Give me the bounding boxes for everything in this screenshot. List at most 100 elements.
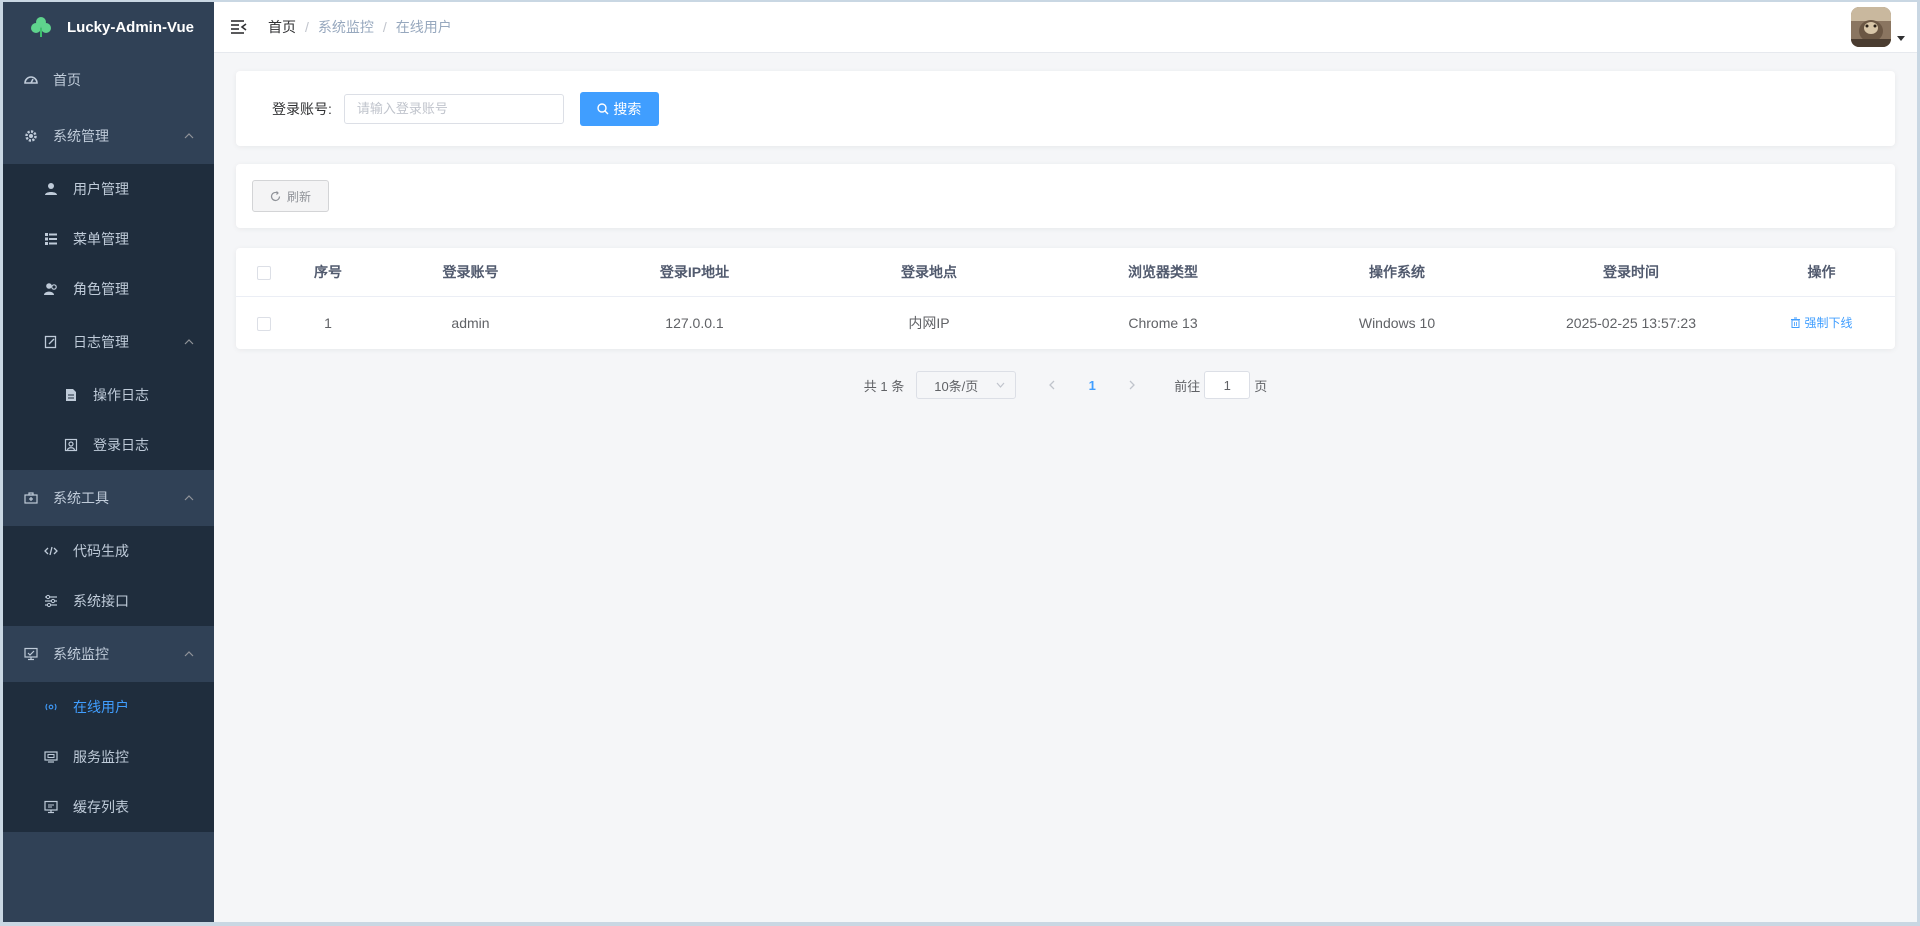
page-jumper: 前往 页 — [1174, 371, 1267, 399]
sidebar-item-system-management[interactable]: 系统管理 — [3, 108, 214, 164]
online-icon — [43, 699, 59, 715]
sidebar-item-login-log[interactable]: 登录日志 — [3, 420, 214, 470]
sidebar-item-label: 系统工具 — [53, 490, 109, 506]
sidebar-item-system-monitor[interactable]: 系统监控 — [3, 626, 214, 682]
sidebar-item-label: 服务监控 — [73, 749, 129, 765]
goto-prefix: 前往 — [1174, 378, 1201, 394]
chevron-left-icon — [1049, 380, 1055, 390]
pagination-total: 共 1 条 — [863, 378, 905, 394]
chevron-down-icon — [996, 382, 1005, 388]
column-header: 序号 — [292, 248, 364, 297]
column-header: 浏览器类型 — [1046, 248, 1280, 297]
cell-ip: 127.0.0.1 — [665, 314, 724, 331]
user-group-icon — [43, 281, 59, 297]
sidebar-item-system-api[interactable]: 系统接口 — [3, 576, 214, 626]
search-panel: 登录账号: 搜索 — [236, 71, 1895, 146]
sidebar-item-system-tools[interactable]: 系统工具 — [3, 470, 214, 526]
column-header: 操作系统 — [1280, 248, 1514, 297]
breadcrumb: 首页 / 系统监控 / 在线用户 — [268, 17, 452, 37]
sidebar-item-label: 代码生成 — [73, 543, 129, 559]
sidebar-item-label: 菜单管理 — [73, 231, 129, 247]
trash-icon — [1791, 317, 1801, 329]
sidebar-item-label: 系统监控 — [53, 646, 109, 662]
page-number[interactable]: 1 — [1072, 378, 1112, 393]
refresh-button-label: 刷新 — [286, 189, 311, 204]
row-checkbox[interactable] — [257, 316, 271, 331]
sidebar-item-operation-log[interactable]: 操作日志 — [3, 370, 214, 420]
server-icon — [43, 749, 59, 765]
refresh-button[interactable]: 刷新 — [252, 180, 329, 212]
search-input[interactable] — [343, 93, 564, 124]
cell-location: 内网IP — [908, 314, 950, 331]
sidebar-item-cache-list[interactable]: 缓存列表 — [3, 782, 214, 832]
sidebar-item-server-monitor[interactable]: 服务监控 — [3, 732, 214, 782]
force-logout-button[interactable]: 强制下线 — [1790, 314, 1853, 331]
sidebar: Lucky-Admin-Vue 首页 系统管理 用户管理 菜单管理 角色管理 日… — [3, 2, 214, 922]
column-header: 登录账号 — [364, 248, 577, 297]
pagination: 共 1 条 10条/页 1 前往 页 — [236, 371, 1895, 399]
sidebar-item-label: 用户管理 — [73, 181, 129, 197]
gear-icon — [23, 128, 39, 144]
user-menu[interactable] — [1851, 7, 1905, 47]
sidebar-item-label: 系统接口 — [73, 593, 129, 609]
table-row: 1 admin 127.0.0.1 内网IP Chrome 13 Windows… — [236, 296, 1895, 349]
avatar[interactable] — [1851, 7, 1891, 47]
sidebar-item-users[interactable]: 用户管理 — [3, 164, 214, 214]
navbar: 首页 / 系统监控 / 在线用户 — [214, 2, 1917, 53]
sidebar-item-logs[interactable]: 日志管理 — [3, 314, 214, 370]
search-icon — [597, 102, 609, 114]
code-icon — [43, 543, 59, 559]
prev-page-button[interactable] — [1032, 380, 1072, 390]
content: 登录账号: 搜索 刷新 序号 — [214, 53, 1917, 399]
breadcrumb-home[interactable]: 首页 — [268, 17, 296, 37]
search-button-label: 搜索 — [613, 100, 642, 117]
list-icon — [43, 231, 59, 247]
caret-down-icon[interactable] — [1897, 36, 1905, 41]
sidebar-item-code-generation[interactable]: 代码生成 — [3, 526, 214, 576]
user-icon — [43, 181, 59, 197]
app-title: Lucky-Admin-Vue — [67, 18, 194, 36]
dashboard-icon — [23, 72, 39, 88]
search-label: 登录账号: — [272, 100, 332, 117]
sidebar-item-online-users[interactable]: 在线用户 — [3, 682, 214, 732]
main-area: 首页 / 系统监控 / 在线用户 登录账号: 请输入登录账号 搜索 刷新 序号 … — [214, 2, 1917, 922]
sidebar-item-roles[interactable]: 角色管理 — [3, 264, 214, 314]
search-button[interactable]: 搜索 — [579, 91, 659, 126]
sidebar-item-label: 日志管理 — [73, 334, 129, 350]
cell-os: Windows 10 — [1358, 314, 1436, 331]
hamburger-icon[interactable] — [230, 19, 248, 35]
sidebar-item-label: 首页 — [53, 72, 81, 88]
sidebar-item-label: 登录日志 — [93, 437, 149, 453]
chevron-right-icon — [1129, 380, 1136, 390]
goto-suffix: 页 — [1254, 378, 1268, 394]
toolbar: 刷新 — [236, 164, 1895, 228]
sidebar-filler — [3, 832, 214, 922]
sidebar-item-home[interactable]: 首页 — [3, 52, 214, 108]
sidebar-item-label: 缓存列表 — [73, 799, 129, 815]
column-header: 操作 — [1748, 248, 1895, 297]
page-size-select[interactable]: 10条/页 — [916, 371, 1017, 399]
sliders-icon — [43, 593, 59, 609]
cell-login-time: 2025-02-25 13:57:23 — [1566, 314, 1696, 331]
app-logo[interactable]: Lucky-Admin-Vue — [3, 2, 214, 52]
next-page-button[interactable] — [1112, 380, 1152, 390]
select-all-checkbox[interactable] — [257, 265, 271, 280]
sidebar-item-label: 系统管理 — [53, 128, 109, 144]
toolbox-icon — [23, 490, 39, 506]
login-log-icon — [63, 437, 79, 453]
refresh-icon — [270, 190, 281, 201]
goto-page-input[interactable] — [1204, 371, 1251, 399]
chevron-up-icon — [184, 651, 194, 657]
sidebar-item-label: 在线用户 — [73, 699, 129, 715]
logo-icon — [31, 17, 51, 37]
sidebar-item-label: 操作日志 — [93, 387, 149, 403]
sidebar-item-menus[interactable]: 菜单管理 — [3, 214, 214, 264]
cell-account: admin — [451, 314, 490, 331]
chevron-up-icon — [184, 133, 194, 139]
column-header: 登录地点 — [812, 248, 1046, 297]
breadcrumb-current: 在线用户 — [395, 19, 452, 35]
table-header-row: 序号 登录账号 登录IP地址 登录地点 浏览器类型 操作系统 登录时间 操作 — [236, 248, 1895, 297]
column-header: 登录时间 — [1514, 248, 1748, 297]
monitor-icon — [23, 646, 39, 662]
force-logout-label: 强制下线 — [1804, 316, 1853, 331]
